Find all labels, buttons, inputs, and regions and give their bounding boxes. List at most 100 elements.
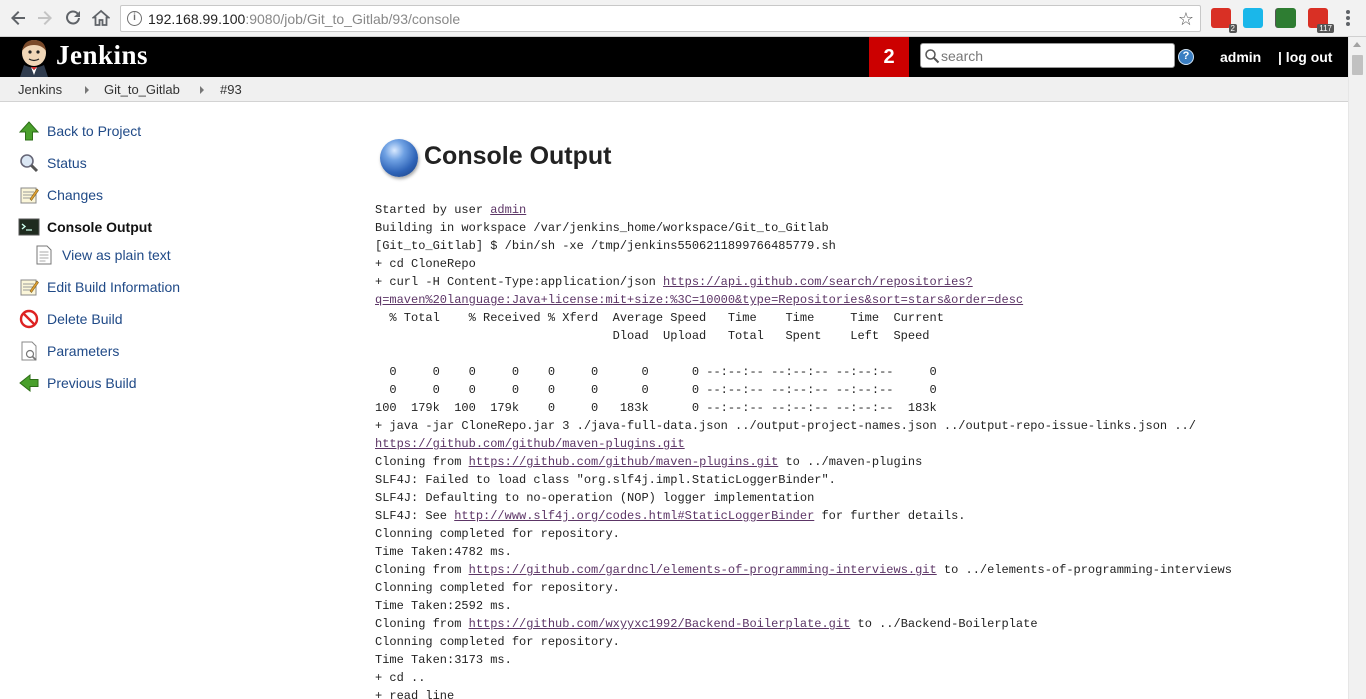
console-text: [Git_to_Gitlab] $ /bin/sh -xe /tmp/jenki… [375,239,836,253]
console-text: Cloning from [375,617,469,631]
console-line: Cloning from https://github.com/gardncl/… [375,561,1335,579]
notepad-icon [18,184,40,206]
calendar-ext-icon[interactable]: 2 [1211,8,1237,33]
console-text: Time Taken:4782 ms. [375,545,512,559]
breadcrumb-job[interactable]: Git_to_Gitlab [104,82,180,97]
document-icon [33,244,55,266]
console-link[interactable]: http://www.slf4j.org/codes.html#StaticLo… [454,509,814,523]
console-text: Time Taken:2592 ms. [375,599,512,613]
console-link[interactable]: https://github.com/github/maven-plugins.… [469,455,779,469]
sidebar-item-back-to-project[interactable]: Back to Project [18,120,141,142]
sidebar-item-changes[interactable]: Changes [18,184,103,206]
console-link[interactable]: https://github.com/gardncl/elements-of-p… [469,563,937,577]
sidebar-item-label: Previous Build [47,375,137,391]
up-arrow-icon [18,120,40,142]
console-text: SLF4J: Defaulting to no-operation (NOP) … [375,491,815,505]
user-link[interactable]: admin [1220,49,1261,65]
console-line: Clonning completed for repository. [375,525,1335,543]
breadcrumb-build[interactable]: #93 [220,82,242,97]
magnifier-icon [18,152,40,174]
forward-icon[interactable] [33,6,57,30]
console-line: Time Taken:4782 ms. [375,543,1335,561]
breadcrumb-chevron-icon[interactable] [200,86,204,94]
console-link[interactable]: https://github.com/wxyyxc1992/Backend-Bo… [469,617,851,631]
console-line: + cd CloneRepo [375,255,1335,273]
jenkins-butler-logo-icon[interactable] [16,39,52,77]
console-link[interactable]: q=maven%20language:Java+license:mit+size… [375,293,1023,307]
page-scrollbar[interactable] [1348,37,1366,699]
site-info-icon[interactable]: i [127,11,142,26]
console-text: 100 179k 100 179k 0 0 183k 0 --:--:-- --… [375,401,937,415]
console-text: Started by user [375,203,491,217]
console-text: to ../Backend-Boilerplate [850,617,1038,631]
home-icon[interactable] [89,6,113,30]
extension-badge: 2 [1228,24,1237,33]
help-icon[interactable]: ? [1178,49,1194,65]
bookmark-star-icon[interactable]: ☆ [1178,9,1194,30]
sidebar-item-edit-build-information[interactable]: Edit Build Information [18,276,180,298]
url-path: :9080/job/Git_to_Gitlab/93/console [245,11,461,27]
reload-icon[interactable] [61,6,85,30]
sidebar-item-console-output[interactable]: Console Output [18,216,152,238]
console-output: Started by user admin Building in workspa… [375,201,1335,699]
console-line: Started by user admin [375,201,1335,219]
search-input[interactable] [941,46,1169,66]
sidebar-item-label: Status [47,155,87,171]
sidebar-item-label: Back to Project [47,123,142,139]
plant-ext-icon[interactable] [1276,8,1296,28]
console-text: Clonning completed for repository. [375,527,620,541]
console-text: + read line [375,689,455,699]
console-line: Cloning from https://github.com/wxyyxc19… [375,615,1335,633]
console-line: + curl -H Content-Type:application/json … [375,273,1335,291]
console-line: Clonning completed for repository. [375,579,1335,597]
console-line: 0 0 0 0 0 0 0 0 --:--:-- --:--:-- --:--:… [375,363,1335,381]
sidebar-item-label: View as plain text [62,247,171,263]
gmail-ext-icon[interactable]: 117 [1308,8,1334,33]
sidebar-item-label: Console Output [47,219,152,235]
console-link[interactable]: https://api.github.com/search/repositori… [663,275,973,289]
console-line: 100 179k 100 179k 0 0 183k 0 --:--:-- --… [375,399,1335,417]
address-bar[interactable]: i 192.168.99.100:9080/job/Git_to_Gitlab/… [120,5,1201,32]
console-line: Clonning completed for repository. [375,633,1335,651]
search-field[interactable] [920,43,1175,68]
console-text: + curl -H Content-Type:application/json [375,275,664,289]
console-line: % Total % Received % Xferd Average Speed… [375,309,1335,327]
console-link[interactable]: https://github.com/github/maven-plugins.… [375,437,685,451]
logout-link[interactable]: | log out [1278,49,1332,65]
sidebar-item-delete-build[interactable]: Delete Build [18,308,123,330]
breadcrumb-jenkins[interactable]: Jenkins [18,82,62,97]
sidebar-item-previous-build[interactable]: Previous Build [18,372,137,394]
terminal-icon [18,216,40,238]
breadcrumb: Jenkins Git_to_Gitlab #93 [0,77,1348,102]
vimeo-ext-icon[interactable] [1243,8,1263,28]
browser-toolbar: i 192.168.99.100:9080/job/Git_to_Gitlab/… [0,0,1366,37]
console-text: % Total % Received % Xferd Average Speed… [375,311,944,325]
scroll-up-icon[interactable] [1353,42,1361,47]
jenkins-header: Jenkins 2 ? admin | log out [0,37,1348,77]
console-text: 0 0 0 0 0 0 0 0 --:--:-- --:--:-- --:--:… [375,383,937,397]
notification-count-badge[interactable]: 2 [869,37,909,77]
console-line: + java -jar CloneRepo.jar 3 ./java-full-… [375,417,1335,435]
sidebar-item-label: Changes [47,187,104,203]
console-text: Cloning from [375,563,469,577]
breadcrumb-chevron-icon[interactable] [85,86,89,94]
console-text: to ../elements-of-programming-interviews [936,563,1232,577]
jenkins-brand[interactable]: Jenkins [56,40,148,71]
sidebar-item-view-as-plain-text[interactable]: View as plain text [33,244,171,266]
url-text[interactable]: 192.168.99.100:9080/job/Git_to_Gitlab/93… [148,11,460,27]
scrollbar-thumb[interactable] [1352,55,1363,75]
sidebar-item-label: Edit Build Information [47,279,181,295]
console-text: + cd CloneRepo [375,257,476,271]
back-icon[interactable] [6,6,30,30]
browser-menu-icon[interactable] [1346,10,1350,26]
sidebar-item-status[interactable]: Status [18,152,87,174]
page-title: Console Output [424,142,612,170]
console-text: Building in workspace /var/jenkins_home/… [375,221,829,235]
extension-badge: 117 [1317,24,1334,33]
console-line: SLF4J: Failed to load class "org.slf4j.i… [375,471,1335,489]
console-link[interactable]: admin [490,203,526,217]
console-text: SLF4J: See [375,509,455,523]
console-line: + cd .. [375,669,1335,687]
sidebar-item-parameters[interactable]: Parameters [18,340,119,362]
